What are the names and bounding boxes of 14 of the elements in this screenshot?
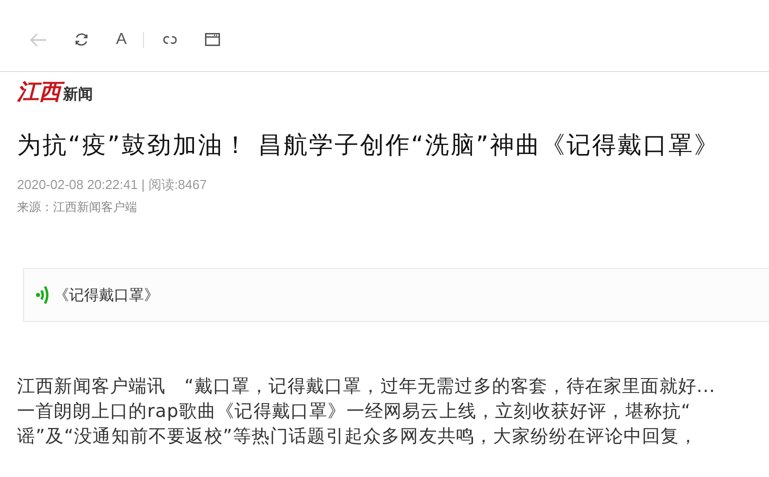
window-icon[interactable] — [204, 33, 220, 46]
article-meta: 2020-02-08 20:22:41 | 阅读:8467 — [17, 176, 208, 194]
font-size-button[interactable]: A — [116, 32, 127, 48]
body-text-line: 一首朗朗上口的rap歌曲《记得戴口罩》一经网易云上线，立刻收获好评，堪称抗“ — [17, 400, 692, 424]
sound-icon — [36, 284, 50, 306]
body-text-line: 谣”及“没通知前不要返校”等热门话题引起众多网友共鸣，大家纷纷在评论中回复， — [17, 425, 699, 449]
audio-player[interactable]: 《记得戴口罩》 — [23, 268, 769, 322]
logo: 江西新闻 — [17, 80, 93, 104]
audio-title: 《记得戴口罩》 — [54, 286, 159, 304]
link-icon[interactable] — [162, 34, 178, 46]
article-title: 为抗“疫”鼓劲加油！ 昌航学子创作“洗脑”神曲《记得戴口罩》 — [17, 130, 720, 161]
article-source: 来源：江西新闻客户端 — [17, 199, 138, 216]
body-text-line: 江西新闻客户端讯 “戴口罩，记得戴口罩，过年无需过多的客套，待在家里面就好... — [17, 375, 716, 399]
refresh-icon[interactable] — [74, 32, 89, 47]
